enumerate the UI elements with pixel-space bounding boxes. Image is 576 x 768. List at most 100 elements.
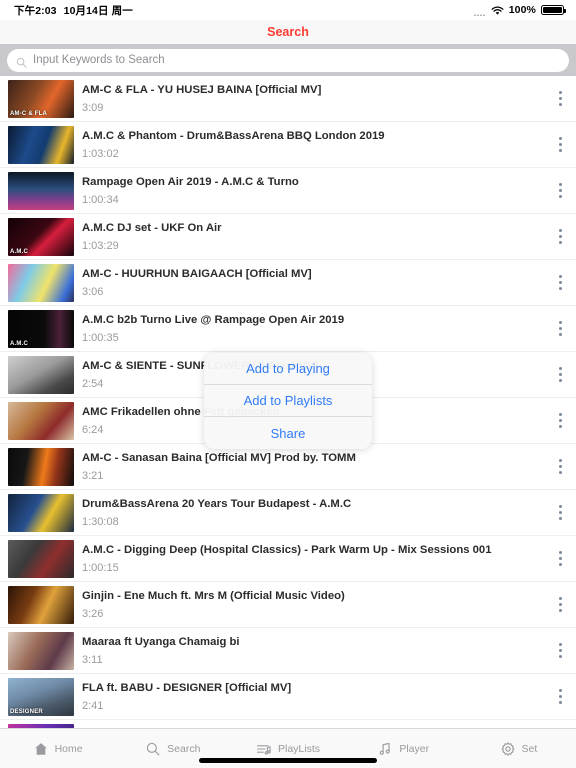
video-title: A.M.C b2b Turno Live @ Rampage Open Air …	[82, 313, 345, 326]
video-thumbnail[interactable]: A.M.C	[8, 309, 74, 348]
video-thumbnail[interactable]: DESIGNER	[8, 677, 74, 716]
search-icon	[16, 55, 27, 68]
video-duration: 1:00:15	[82, 561, 119, 574]
list-item-text: AM-C - HUURHUN BAIGAACH [Official MV] 3:0…	[74, 267, 550, 299]
status-time: 下午2:03	[14, 4, 57, 17]
video-thumbnail[interactable]	[8, 401, 74, 440]
list-item-text: A.M.C - Digging Deep (Hospital Classics)…	[74, 543, 550, 575]
more-options-icon[interactable]	[550, 452, 570, 482]
list-item-text: A.M.C DJ set - UKF On Air 1:03:29	[74, 221, 550, 253]
battery-full-icon	[541, 4, 566, 16]
tab-label: PlayLists	[278, 742, 321, 755]
list-item[interactable]: Rampage Open Air 2019 - A.M.C & Turno 1:0…	[0, 168, 576, 214]
thumbnail-label: A.M.C	[10, 340, 28, 347]
list-item[interactable]: AM-C & FLA AM-C & FLA - YU HUSEJ BAINA [O…	[0, 76, 576, 122]
list-item[interactable]: Maaraa ft Uyanga Chamaig bi 3:11	[0, 628, 576, 674]
more-options-icon[interactable]	[550, 314, 570, 344]
status-bar: 下午2:03 10月14日 周一 .... 100%	[0, 0, 576, 20]
thumbnail-label: DESIGNER	[10, 708, 43, 715]
video-thumbnail[interactable]	[8, 171, 74, 210]
list-item-text: A.M.C b2b Turno Live @ Rampage Open Air …	[74, 313, 550, 345]
status-bar-right: .... 100%	[473, 4, 566, 18]
list-item[interactable]: Drum&BassArena 20 Years Tour Budapest - …	[0, 490, 576, 536]
list-item-text: Drum&BassArena 20 Years Tour Budapest - …	[74, 497, 550, 529]
more-options-icon[interactable]	[550, 176, 570, 206]
list-item[interactable]: Ginjin - Ene Much ft. Mrs M (Official Mu…	[0, 582, 576, 628]
status-date: 10月14日 周一	[63, 4, 133, 17]
video-duration: 1:00:34	[82, 193, 119, 206]
context-menu[interactable]: Add to Playing Add to Playlists Share	[204, 353, 372, 449]
list-item-text: FLA ft. BABU - DESIGNER [Official MV] 2:4…	[74, 681, 550, 713]
context-menu-item[interactable]: Share	[204, 417, 372, 449]
video-duration: 3:09	[82, 101, 104, 114]
home-indicator	[199, 758, 377, 763]
video-duration: 3:21	[82, 469, 104, 482]
video-duration: 3:06	[82, 285, 104, 298]
list-item[interactable]: AM-C - HUURHUN BAIGAACH [Official MV] 3:0…	[0, 260, 576, 306]
video-thumbnail[interactable]	[8, 263, 74, 302]
wifi-icon	[491, 6, 504, 16]
video-thumbnail[interactable]	[8, 125, 74, 164]
list-item-text: AM-C & FLA - YU HUSEJ BAINA [Official MV…	[74, 83, 550, 115]
video-title: Maaraa ft Uyanga Chamaig bi	[82, 635, 240, 648]
context-menu-item[interactable]: Add to Playing	[204, 353, 372, 385]
more-options-icon[interactable]	[550, 268, 570, 298]
more-options-icon[interactable]	[550, 406, 570, 436]
more-options-icon[interactable]	[550, 682, 570, 712]
context-menu-item[interactable]: Add to Playlists	[204, 385, 372, 417]
more-options-icon[interactable]	[550, 590, 570, 620]
more-options-icon[interactable]	[550, 498, 570, 528]
list-item-text: Ginjin - Ene Much ft. Mrs M (Official Mu…	[74, 589, 550, 621]
video-thumbnail[interactable]: AM-C & FLA	[8, 79, 74, 118]
video-duration: 3:11	[82, 653, 103, 666]
list-item[interactable]: A.M.C A.M.C DJ set - UKF On Air 1:03:29	[0, 214, 576, 260]
more-options-icon[interactable]	[550, 130, 570, 160]
list-item[interactable]	[0, 720, 576, 728]
tab-label: Set	[521, 742, 538, 755]
video-title: Drum&BassArena 20 Years Tour Budapest - …	[82, 497, 352, 510]
list-item[interactable]: A.M.C & Phantom - Drum&BassArena BBQ Lon…	[0, 122, 576, 168]
tab-label: Search	[167, 742, 201, 755]
video-duration: 3:26	[82, 607, 104, 620]
video-thumbnail[interactable]: A.M.C	[8, 217, 74, 256]
list-item[interactable]: DESIGNER FLA ft. BABU - DESIGNER [Officia…	[0, 674, 576, 720]
video-title: Rampage Open Air 2019 - A.M.C & Turno	[82, 175, 299, 188]
video-thumbnail[interactable]	[8, 493, 74, 532]
list-item[interactable]: A.M.C A.M.C b2b Turno Live @ Rampage Open…	[0, 306, 576, 352]
signal-dots-icon: ....	[473, 8, 486, 18]
video-title: A.M.C - Digging Deep (Hospital Classics)…	[82, 543, 492, 556]
video-thumbnail[interactable]	[8, 355, 74, 394]
video-duration: 1:30:08	[82, 515, 119, 528]
gear-icon	[500, 741, 516, 757]
tab-home[interactable]: Home	[0, 729, 115, 768]
thumbnail-label: A.M.C	[10, 248, 28, 255]
list-item[interactable]: A.M.C - Digging Deep (Hospital Classics)…	[0, 536, 576, 582]
search-input[interactable]: Input Keywords to Search	[7, 48, 569, 72]
thumbnail-label: AM-C & FLA	[10, 110, 47, 117]
more-options-icon[interactable]	[550, 544, 570, 574]
more-options-icon[interactable]	[550, 222, 570, 252]
list-item[interactable]: AM-C - Sanasan Baina [Official MV] Prod …	[0, 444, 576, 490]
video-title: FLA ft. BABU - DESIGNER [Official MV]	[82, 681, 292, 694]
video-title: AM-C & FLA - YU HUSEJ BAINA [Official MV…	[82, 83, 322, 96]
search-bar: Input Keywords to Search	[0, 44, 576, 76]
battery-percent: 100%	[508, 4, 536, 16]
search-placeholder: Input Keywords to Search	[33, 54, 165, 66]
video-title: AM-C - HUURHUN BAIGAACH [Official MV]	[82, 267, 312, 280]
playlist-icon	[256, 741, 272, 757]
more-options-icon[interactable]	[550, 84, 570, 114]
video-thumbnail[interactable]	[8, 585, 74, 624]
video-title: Ginjin - Ene Much ft. Mrs M (Official Mu…	[82, 589, 345, 602]
more-options-icon[interactable]	[550, 636, 570, 666]
list-item-text: Rampage Open Air 2019 - A.M.C & Turno 1:0…	[74, 175, 550, 207]
video-duration: 1:03:02	[82, 147, 119, 160]
video-thumbnail[interactable]	[8, 539, 74, 578]
list-item-text: A.M.C & Phantom - Drum&BassArena BBQ Lon…	[74, 129, 550, 161]
app-root: 下午2:03 10月14日 周一 .... 100% Search Input …	[0, 0, 576, 768]
video-thumbnail[interactable]	[8, 447, 74, 486]
tab-set[interactable]: Set	[461, 729, 576, 768]
video-thumbnail[interactable]	[8, 631, 74, 670]
more-options-icon[interactable]	[550, 360, 570, 390]
tab-label: Home	[54, 742, 83, 755]
page-title: Search	[267, 25, 309, 39]
